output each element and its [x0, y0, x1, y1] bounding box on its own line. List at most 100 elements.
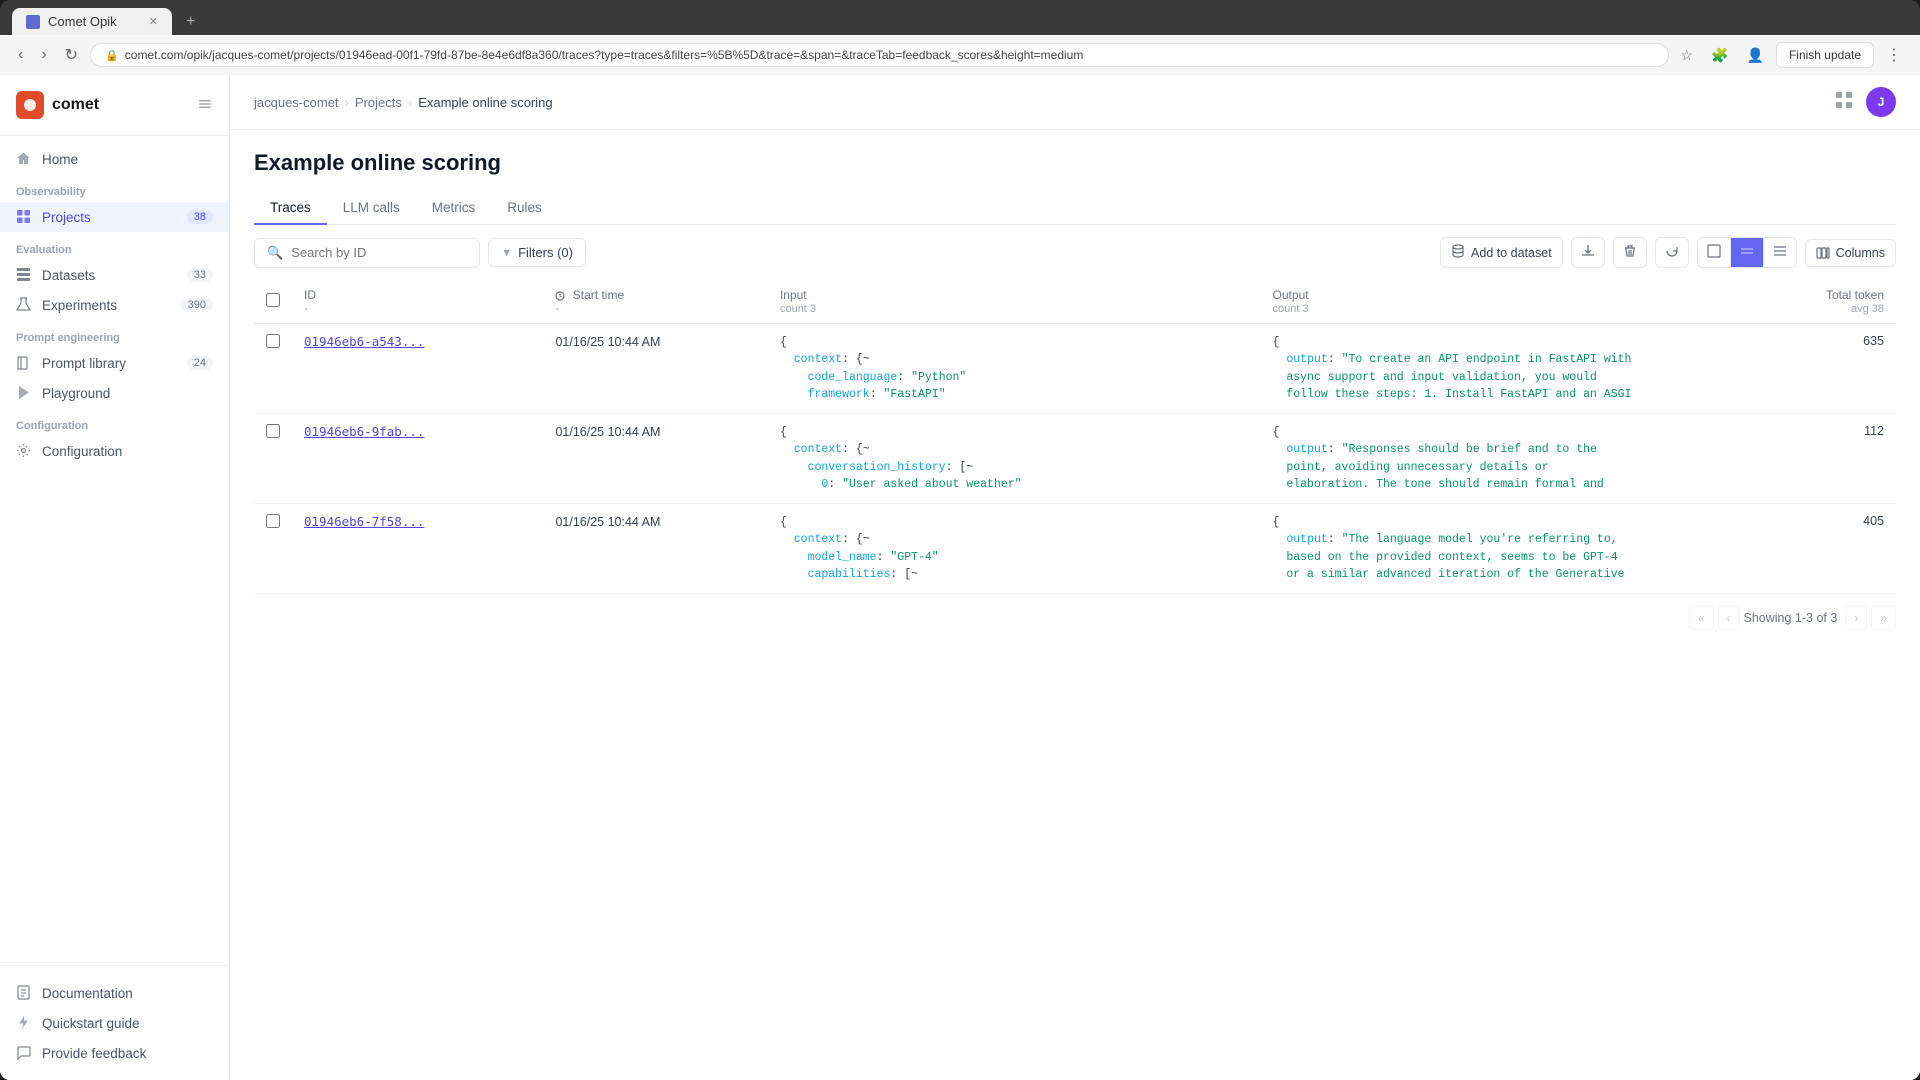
page-prev-button[interactable]: ‹ — [1718, 606, 1740, 630]
new-tab-button[interactable]: + — [180, 13, 201, 31]
breadcrumb-workspace[interactable]: jacques-comet — [254, 95, 339, 110]
quickstart-label: Quickstart guide — [42, 1016, 140, 1031]
sidebar-item-projects[interactable]: Projects 38 — [0, 202, 229, 232]
row-2-start-time: 01/16/25 10:44 AM — [555, 425, 660, 439]
tab-close-icon[interactable]: ✕ — [149, 15, 158, 28]
view-compact-button[interactable] — [1698, 238, 1731, 267]
page-next-button[interactable]: › — [1845, 606, 1867, 630]
row-2-checkbox[interactable] — [266, 424, 280, 438]
download-button[interactable] — [1571, 237, 1605, 268]
page-title: Example online scoring — [254, 150, 1896, 176]
main-header: jacques-comet › Projects › Example onlin… — [230, 75, 1920, 130]
sidebar-item-playground[interactable]: Playground — [0, 378, 229, 408]
pagination: « ‹ Showing 1-3 of 3 › » — [254, 594, 1896, 642]
bookmark-button[interactable]: ☆ — [1675, 43, 1700, 68]
row-3-input: { context: {~ model_name: "GPT-4" capabi… — [780, 514, 1249, 583]
row-3-id[interactable]: 01946eb6-7f58... — [304, 514, 424, 529]
sidebar-item-playground-label: Playground — [42, 386, 110, 401]
finish-update-button[interactable]: Finish update — [1776, 42, 1874, 68]
breadcrumb-projects[interactable]: Projects — [355, 95, 402, 110]
add-to-dataset-button[interactable]: Add to dataset — [1440, 237, 1563, 268]
filters-button[interactable]: ▼ Filters (0) — [488, 238, 586, 267]
page-first-button[interactable]: « — [1689, 606, 1714, 630]
grid-menu-button[interactable] — [1834, 90, 1854, 115]
datasets-badge: 33 — [187, 268, 213, 282]
sidebar-item-quickstart[interactable]: Quickstart guide — [0, 1008, 229, 1038]
browser-tab[interactable]: Comet Opik ✕ — [12, 8, 172, 35]
breadcrumb: jacques-comet › Projects › Example onlin… — [254, 95, 553, 110]
view-table-button[interactable] — [1731, 238, 1764, 267]
col-id-sub: - — [304, 303, 531, 315]
sidebar-item-datasets-label: Datasets — [42, 268, 95, 283]
row-1-checkbox[interactable] — [266, 334, 280, 348]
select-all-checkbox[interactable] — [266, 293, 280, 307]
sidebar-section-configuration: Configuration — [0, 408, 229, 436]
tab-metrics[interactable]: Metrics — [416, 192, 492, 225]
sidebar-item-datasets[interactable]: Datasets 33 — [0, 260, 229, 290]
flask-icon — [16, 297, 32, 313]
col-input-sub: count 3 — [780, 303, 1249, 315]
lightning-icon — [16, 1015, 32, 1031]
tabs: Traces LLM calls Metrics Rules — [254, 192, 1896, 225]
row-1-output: { output: "To create an API endpoint in … — [1273, 334, 1742, 403]
col-start-time: Start time - — [543, 280, 768, 324]
home-icon — [16, 151, 32, 167]
play-icon — [16, 385, 32, 401]
row-1-id[interactable]: 01946eb6-a543... — [304, 334, 424, 349]
tab-llm-calls[interactable]: LLM calls — [327, 192, 416, 225]
row-3-checkbox[interactable] — [266, 514, 280, 528]
sidebar-item-configuration-label: Configuration — [42, 444, 122, 459]
row-2-tokens: 112 — [1765, 424, 1884, 438]
col-tokens-sub: avg 38 — [1851, 303, 1884, 315]
extensions-button[interactable]: 🧩 — [1705, 43, 1734, 68]
columns-label: Columns — [1836, 246, 1885, 260]
delete-button[interactable] — [1613, 237, 1647, 268]
columns-button[interactable]: Columns — [1805, 239, 1896, 267]
projects-badge: 38 — [187, 210, 213, 224]
row-1-input: { context: {~ code_language: "Python" fr… — [780, 334, 1249, 403]
row-1-tokens: 635 — [1765, 334, 1884, 348]
sidebar-section-observability: Observability — [0, 174, 229, 202]
avatar[interactable]: J — [1866, 87, 1896, 117]
search-box[interactable]: 🔍 — [254, 238, 480, 268]
sidebar-item-documentation[interactable]: Documentation — [0, 978, 229, 1008]
tab-rules[interactable]: Rules — [491, 192, 558, 225]
search-icon: 🔍 — [267, 245, 283, 261]
main-content: jacques-comet › Projects › Example onlin… — [230, 75, 1920, 1080]
table-row: 01946eb6-a543... 01/16/25 10:44 AM { con… — [254, 324, 1896, 414]
data-table: ID - Start time - — [254, 280, 1896, 594]
view-toggle-group — [1697, 237, 1797, 268]
toolbar: 🔍 ▼ Filters (0) Add to dataset — [254, 225, 1896, 280]
more-options-button[interactable]: ⋮ — [1880, 41, 1908, 69]
add-dataset-icon — [1451, 244, 1465, 261]
tab-traces[interactable]: Traces — [254, 192, 327, 225]
col-tokens-label: Total token — [1826, 288, 1884, 302]
profile-button[interactable]: 👤 — [1741, 43, 1770, 68]
logo-icon — [16, 91, 44, 119]
sidebar-item-configuration[interactable]: Configuration — [0, 436, 229, 466]
sidebar-item-prompt-library[interactable]: Prompt library 24 — [0, 348, 229, 378]
lock-icon: 🔒 — [105, 49, 119, 62]
breadcrumb-sep-1: › — [345, 95, 349, 110]
sidebar-item-home[interactable]: Home — [0, 144, 229, 174]
reload-button[interactable]: ↻ — [59, 41, 84, 69]
view-list-button[interactable] — [1764, 238, 1796, 267]
sidebar-item-home-label: Home — [42, 152, 78, 167]
sidebar-item-prompt-library-label: Prompt library — [42, 356, 126, 371]
forward-button[interactable]: › — [35, 42, 52, 68]
sidebar-nav: Home Observability Projects 38 Evaluatio… — [0, 136, 229, 965]
search-input[interactable] — [291, 245, 467, 260]
back-button[interactable]: ‹ — [12, 42, 29, 68]
page-info: Showing 1-3 of 3 — [1744, 611, 1838, 625]
sidebar-collapse-button[interactable] — [197, 96, 213, 115]
row-3-output: { output: "The language model you're ref… — [1273, 514, 1742, 583]
page-last-button[interactable]: » — [1871, 606, 1896, 630]
row-2-id[interactable]: 01946eb6-9fab... — [304, 424, 424, 439]
filters-label: Filters (0) — [518, 245, 573, 260]
col-output-label: Output — [1273, 288, 1742, 302]
address-bar[interactable]: 🔒 comet.com/opik/jacques-comet/projects/… — [90, 43, 1668, 67]
sidebar: comet Home Observability — [0, 75, 230, 1080]
refresh-button[interactable] — [1655, 237, 1689, 268]
sidebar-item-experiments[interactable]: Experiments 390 — [0, 290, 229, 320]
sidebar-item-feedback[interactable]: Provide feedback — [0, 1038, 229, 1068]
